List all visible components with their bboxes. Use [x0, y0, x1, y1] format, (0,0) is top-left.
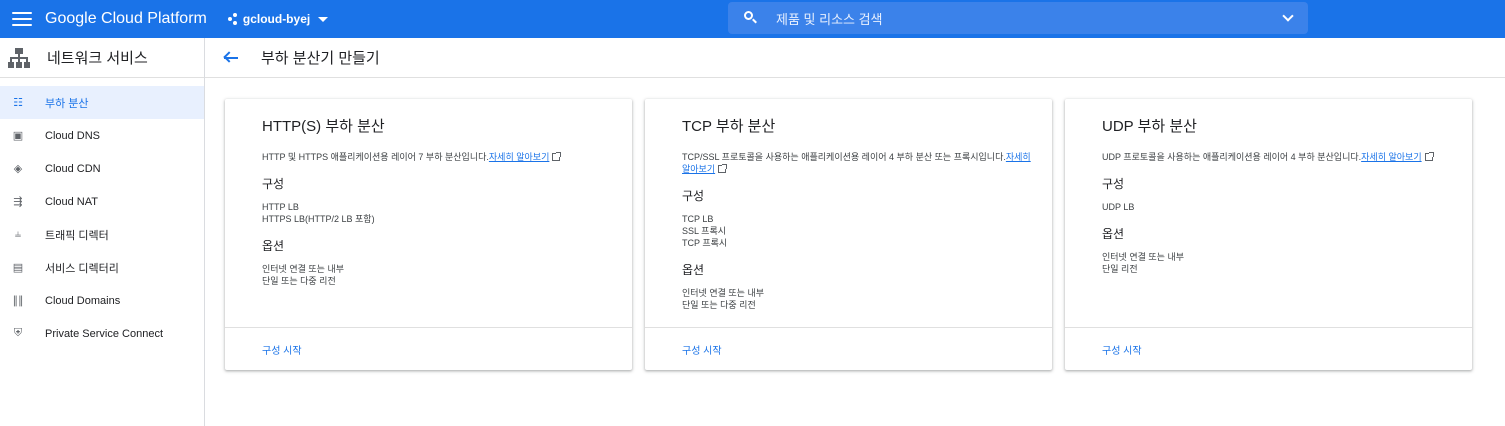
options-list: 인터넷 연결 또는 내부 단일 리전: [1102, 251, 1452, 275]
card-description: TCP/SSL 프로토콜을 사용하는 애플리케이션용 레이어 4 부하 분산 또…: [682, 152, 1031, 174]
project-selector[interactable]: gcloud-byej: [227, 12, 329, 26]
options-list: 인터넷 연결 또는 내부 단일 또는 다중 리전: [682, 287, 1032, 311]
sidebar-item-label: Cloud NAT: [45, 195, 98, 208]
chevron-down-icon: [318, 16, 329, 22]
card-title: HTTP(S) 부하 분산: [262, 118, 385, 135]
open-in-new-icon: [552, 152, 562, 161]
option-item: 단일 또는 다중 리전: [682, 300, 756, 310]
options-section-title: 옵션: [682, 263, 705, 277]
config-list: TCP LB SSL 프록시 TCP 프록시: [682, 213, 1032, 249]
option-item: 단일 리전: [1102, 264, 1138, 274]
config-item: UDP LB: [1102, 202, 1135, 212]
config-item: SSL 프록시: [682, 226, 727, 236]
card-footer: 구성 시작: [1065, 327, 1472, 370]
cdn-icon: ◈: [13, 163, 23, 175]
page-title: 부하 분산기 만들기: [261, 50, 380, 67]
dns-icon: ▣: [12, 130, 24, 142]
search-input[interactable]: 제품 및 리소스 검색: [776, 9, 1284, 28]
sidebar-item-label: 부하 분산: [45, 97, 89, 110]
option-item: 인터넷 연결 또는 내부: [1102, 252, 1185, 262]
search-bar[interactable]: 제품 및 리소스 검색: [728, 2, 1308, 34]
top-app-bar: Google Cloud Platform gcloud-byej 제품 및 리…: [0, 0, 1505, 38]
config-section-title: 구성: [682, 189, 705, 203]
learn-more-link[interactable]: 자세히 알아보기: [1361, 152, 1421, 162]
config-item: TCP 프록시: [682, 238, 728, 248]
card-description: UDP 프로토콜을 사용하는 애플리케이션용 레이어 4 부하 분산입니다.자세…: [1102, 151, 1452, 163]
sidebar-item-load-balancing[interactable]: ☷ 부하 분산: [0, 86, 204, 119]
back-arrow-icon[interactable]: [223, 50, 239, 65]
card-title: UDP 부하 분산: [1102, 118, 1197, 135]
project-icon: [227, 13, 238, 25]
nat-icon: ⇶: [13, 196, 23, 208]
expand-search-icon[interactable]: [1282, 10, 1294, 22]
sidebar-title: 네트워크 서비스: [47, 50, 148, 67]
udp-lb-card: UDP 부하 분산 UDP 프로토콜을 사용하는 애플리케이션용 레이어 4 부…: [1065, 99, 1472, 370]
sidebar-item-cloud-domains[interactable]: ∥∥ Cloud Domains: [0, 284, 204, 317]
config-item: TCP LB: [682, 214, 714, 224]
start-configuration-button[interactable]: 구성 시작: [262, 342, 302, 357]
shield-icon: ⛨: [13, 327, 23, 339]
traffic-director-icon: ⫨: [14, 228, 22, 240]
open-in-new-icon: [1424, 152, 1434, 161]
app-title[interactable]: Google Cloud Platform: [45, 10, 207, 28]
option-item: 단일 또는 다중 리전: [262, 276, 336, 286]
sidebar-item-traffic-director[interactable]: ⫨ 트래픽 디렉터: [0, 218, 204, 251]
card-description: HTTP 및 HTTPS 애플리케이션용 레이어 7 부하 분산입니다.자세히 …: [262, 151, 612, 163]
sidebar-item-cloud-cdn[interactable]: ◈ Cloud CDN: [0, 152, 204, 185]
card-footer: 구성 시작: [225, 327, 632, 370]
config-list: UDP LB: [1102, 201, 1452, 213]
option-item: 인터넷 연결 또는 내부: [262, 264, 345, 274]
search-icon: [744, 11, 758, 25]
card-title: TCP 부하 분산: [682, 118, 776, 135]
sidebar-header: 네트워크 서비스: [0, 38, 204, 78]
domains-icon: ∥∥: [12, 295, 24, 307]
options-section-title: 옵션: [262, 239, 285, 253]
sidebar-item-label: 서비스 디렉터리: [45, 262, 119, 275]
sidebar-item-label: Cloud Domains: [45, 294, 121, 307]
config-item: HTTPS LB(HTTP/2 LB 포함): [262, 214, 375, 224]
open-in-new-icon: [718, 164, 728, 173]
card-footer: 구성 시작: [645, 327, 1052, 370]
sidebar-item-service-directory[interactable]: ▤ 서비스 디렉터리: [0, 251, 204, 284]
start-configuration-button[interactable]: 구성 시작: [682, 342, 722, 357]
config-item: HTTP LB: [262, 202, 299, 212]
page-header: 부하 분산기 만들기: [205, 38, 1505, 78]
sidebar-item-cloud-nat[interactable]: ⇶ Cloud NAT: [0, 185, 204, 218]
options-section-title: 옵션: [1102, 227, 1125, 241]
http-lb-card: HTTP(S) 부하 분산 HTTP 및 HTTPS 애플리케이션용 레이어 7…: [225, 99, 632, 370]
config-section-title: 구성: [262, 177, 285, 191]
sidebar-item-label: Cloud CDN: [45, 162, 101, 175]
sidebar-item-private-service-connect[interactable]: ⛨ Private Service Connect: [0, 317, 204, 350]
start-configuration-button[interactable]: 구성 시작: [1102, 342, 1142, 357]
tcp-lb-card: TCP 부하 분산 TCP/SSL 프로토콜을 사용하는 애플리케이션용 레이어…: [645, 99, 1052, 370]
sidebar: 네트워크 서비스 ☷ 부하 분산 ▣ Cloud DNS ◈ Cloud CDN…: [0, 38, 205, 426]
sidebar-item-label: 트래픽 디렉터: [45, 229, 109, 242]
learn-more-link[interactable]: 자세히 알아보기: [489, 152, 549, 162]
config-list: HTTP LB HTTPS LB(HTTP/2 LB 포함): [262, 201, 612, 225]
sidebar-nav: ☷ 부하 분산 ▣ Cloud DNS ◈ Cloud CDN ⇶ Cloud …: [0, 86, 204, 350]
option-item: 인터넷 연결 또는 내부: [682, 288, 765, 298]
options-list: 인터넷 연결 또는 내부 단일 또는 다중 리전: [262, 263, 612, 287]
service-directory-icon: ▤: [12, 262, 24, 274]
sidebar-item-label: Private Service Connect: [45, 327, 163, 340]
hamburger-menu-icon[interactable]: [12, 12, 32, 26]
load-balancing-icon: ☷: [13, 97, 23, 109]
network-services-icon: [8, 47, 30, 68]
project-name: gcloud-byej: [242, 12, 311, 26]
config-section-title: 구성: [1102, 177, 1125, 191]
sidebar-item-label: Cloud DNS: [45, 129, 101, 142]
sidebar-item-cloud-dns[interactable]: ▣ Cloud DNS: [0, 119, 204, 152]
